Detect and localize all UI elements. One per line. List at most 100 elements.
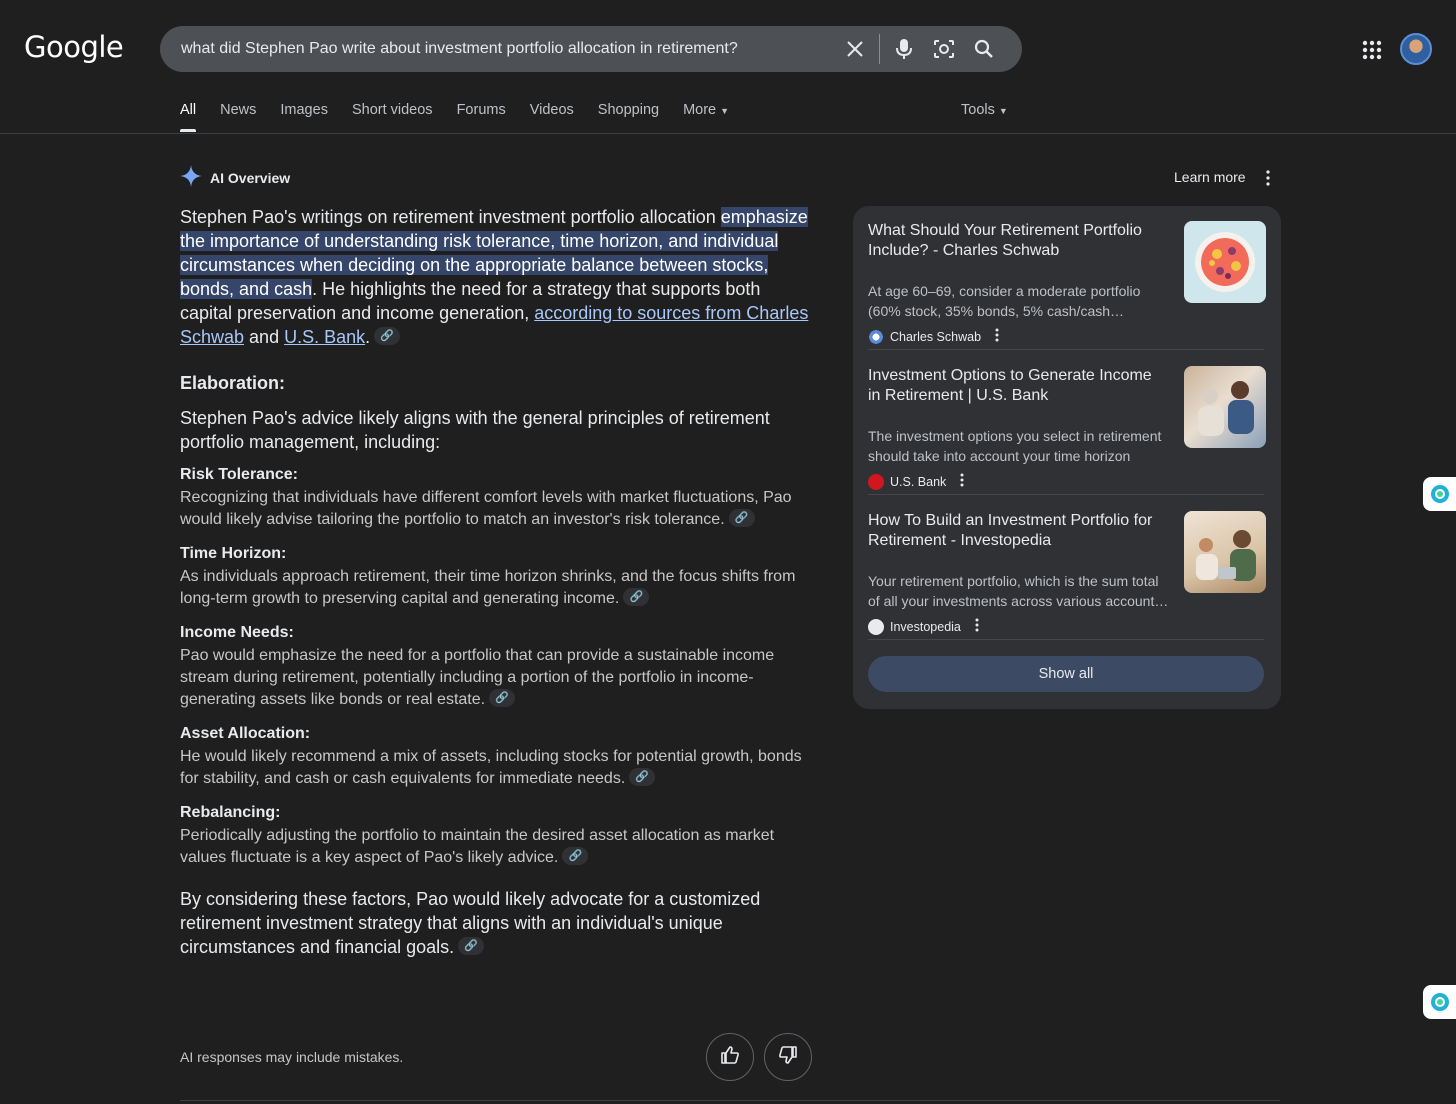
pie-plate-image bbox=[1195, 232, 1255, 292]
item-heading: Rebalancing: bbox=[180, 804, 281, 821]
source-title[interactable]: How To Build an Investment Portfolio for… bbox=[868, 511, 1160, 551]
us-bank-favicon bbox=[868, 473, 884, 490]
elaboration-intro: Stephen Pao's advice likely aligns with … bbox=[180, 408, 770, 452]
citation-link-icon[interactable]: 🔗 bbox=[489, 688, 516, 707]
list-item: Asset Allocation: He would likely recomm… bbox=[180, 725, 810, 790]
elaboration-heading: Elaboration: bbox=[180, 373, 286, 393]
bottom-divider bbox=[180, 1100, 1280, 1101]
source-divider bbox=[868, 349, 1264, 350]
gemini-sparkle-icon bbox=[180, 165, 202, 190]
source-card-us-bank[interactable]: Investment Options to Generate Income in… bbox=[868, 366, 1266, 496]
tab-short-videos[interactable]: Short videos bbox=[352, 102, 433, 132]
source-divider bbox=[868, 639, 1264, 640]
link-us-bank[interactable]: U.S. Bank bbox=[284, 327, 365, 347]
google-logo[interactable]: Google bbox=[24, 30, 124, 64]
header-divider bbox=[0, 133, 1456, 134]
source-thumbnail[interactable] bbox=[1184, 366, 1266, 448]
item-body-text: Pao would emphasize the need for a portf… bbox=[180, 647, 775, 708]
assistant-extension-icon[interactable] bbox=[1423, 477, 1456, 511]
tab-news[interactable]: News bbox=[220, 102, 256, 132]
ai-overview-title: AI Overview bbox=[210, 169, 291, 186]
lens-camera-icon[interactable] bbox=[924, 29, 964, 69]
lead-intro: Stephen Pao's writings on retirement inv… bbox=[180, 207, 721, 227]
item-heading: Risk Tolerance: bbox=[180, 466, 298, 483]
search-divider bbox=[879, 34, 880, 64]
thumbs-up-button[interactable] bbox=[706, 1033, 754, 1081]
tab-more[interactable]: More ▼ bbox=[683, 102, 729, 132]
source-thumbnail[interactable] bbox=[1184, 511, 1266, 593]
clear-icon[interactable] bbox=[835, 29, 875, 69]
list-item: Time Horizon: As individuals approach re… bbox=[180, 545, 810, 610]
lead-end: . bbox=[365, 327, 371, 347]
charles-schwab-favicon bbox=[868, 328, 884, 345]
item-body-text: As individuals approach retirement, thei… bbox=[180, 568, 796, 607]
item-body-text: Recognizing that individuals have differ… bbox=[180, 489, 792, 528]
show-all-button[interactable]: Show all bbox=[868, 656, 1264, 692]
list-item: Income Needs: Pao would emphasize the ne… bbox=[180, 624, 810, 711]
investopedia-favicon bbox=[868, 618, 884, 635]
item-heading: Income Needs: bbox=[180, 624, 294, 641]
item-body: Periodically adjusting the portfolio to … bbox=[180, 825, 810, 869]
source-site: Charles Schwab bbox=[890, 329, 982, 344]
tab-images[interactable]: Images bbox=[280, 102, 328, 132]
thumbs-down-button[interactable] bbox=[764, 1033, 812, 1081]
couple-photo-image bbox=[1198, 381, 1254, 436]
source-card-charles-schwab[interactable]: What Should Your Retirement Portfolio In… bbox=[868, 221, 1266, 351]
tab-forums[interactable]: Forums bbox=[457, 102, 506, 132]
source-meta: Investopedia bbox=[868, 618, 979, 635]
item-heading: Asset Allocation: bbox=[180, 725, 311, 742]
source-thumbnail[interactable] bbox=[1184, 221, 1266, 303]
tab-shopping[interactable]: Shopping bbox=[598, 102, 659, 132]
item-body-text: He would likely recommend a mix of asset… bbox=[180, 748, 802, 787]
search-tabs: All News Images Short videos Forums Vide… bbox=[180, 102, 753, 132]
item-heading: Time Horizon: bbox=[180, 545, 287, 562]
ai-disclaimer: AI responses may include mistakes. bbox=[180, 1049, 404, 1065]
search-bar[interactable]: what did Stephen Pao write about investm… bbox=[160, 26, 1022, 72]
caret-down-icon: ▼ bbox=[720, 106, 730, 116]
item-body: Recognizing that individuals have differ… bbox=[180, 487, 810, 531]
more-options-icon[interactable] bbox=[1266, 170, 1270, 191]
more-options-icon[interactable] bbox=[995, 328, 999, 345]
source-snippet: At age 60–69, consider a moderate portfo… bbox=[868, 283, 1141, 319]
source-site: U.S. Bank bbox=[890, 474, 947, 489]
source-title[interactable]: What Should Your Retirement Portfolio In… bbox=[868, 221, 1160, 261]
source-card-investopedia[interactable]: How To Build an Investment Portfolio for… bbox=[868, 511, 1266, 641]
citation-link-icon[interactable]: 🔗 bbox=[562, 846, 589, 865]
sources-panel: What Should Your Retirement Portfolio In… bbox=[853, 206, 1281, 709]
source-site: Investopedia bbox=[890, 619, 961, 634]
search-icon[interactable] bbox=[964, 29, 1004, 69]
microphone-icon[interactable] bbox=[884, 29, 924, 69]
account-avatar[interactable] bbox=[1400, 33, 1432, 65]
citation-link-icon[interactable]: 🔗 bbox=[629, 767, 656, 786]
citation-link-icon[interactable]: 🔗 bbox=[458, 937, 485, 956]
source-meta: Charles Schwab bbox=[868, 328, 999, 345]
tools-button[interactable]: Tools ▼ bbox=[961, 102, 1008, 118]
search-input[interactable]: what did Stephen Pao write about investm… bbox=[181, 40, 835, 58]
assistant-extension-icon[interactable] bbox=[1423, 985, 1456, 1019]
more-options-icon[interactable] bbox=[975, 618, 979, 635]
google-apps-icon[interactable] bbox=[1360, 38, 1384, 67]
source-title[interactable]: Investment Options to Generate Income in… bbox=[868, 366, 1160, 406]
citation-link-icon[interactable]: 🔗 bbox=[728, 508, 755, 527]
list-item: Risk Tolerance: Recognizing that individ… bbox=[180, 466, 810, 531]
family-photo-image bbox=[1196, 530, 1256, 581]
source-snippet: Your retirement portfolio, which is the … bbox=[868, 573, 1169, 609]
item-body: He would likely recommend a mix of asset… bbox=[180, 746, 810, 790]
source-meta: U.S. Bank bbox=[868, 473, 964, 490]
lead-and: and bbox=[244, 327, 285, 347]
thumbs-down-icon bbox=[778, 1045, 798, 1070]
citation-link-icon[interactable]: 🔗 bbox=[374, 327, 401, 346]
tab-all[interactable]: All bbox=[180, 102, 197, 132]
ai-overview-answer: Stephen Pao's writings on retirement inv… bbox=[180, 205, 810, 959]
caret-down-icon: ▼ bbox=[998, 106, 1008, 116]
more-options-icon[interactable] bbox=[960, 473, 964, 490]
ai-overview-header: AI Overview bbox=[180, 165, 290, 190]
citation-link-icon[interactable]: 🔗 bbox=[623, 587, 650, 606]
conclusion: By considering these factors, Pao would … bbox=[180, 887, 810, 959]
list-item: Rebalancing: Periodically adjusting the … bbox=[180, 804, 810, 869]
tab-videos[interactable]: Videos bbox=[530, 102, 574, 132]
thumbs-up-icon bbox=[720, 1045, 740, 1070]
learn-more-link[interactable]: Learn more bbox=[1174, 169, 1246, 185]
item-body-text: Periodically adjusting the portfolio to … bbox=[180, 827, 775, 866]
tools-label: Tools bbox=[961, 102, 995, 118]
